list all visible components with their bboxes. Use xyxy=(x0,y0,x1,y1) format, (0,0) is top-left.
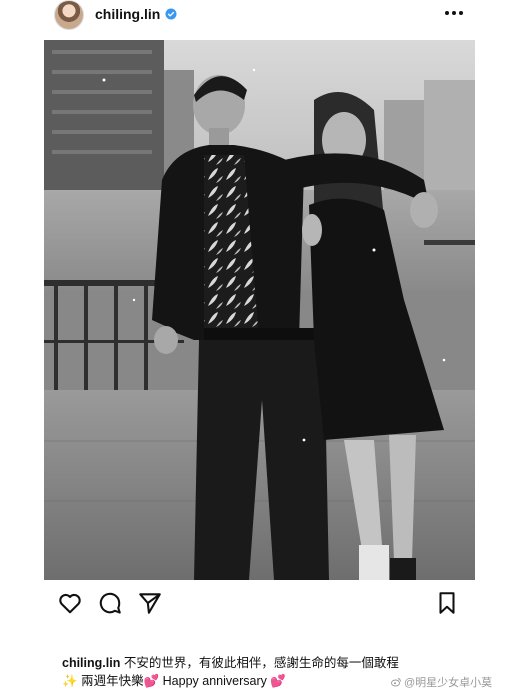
heart-emoji-icon: 💕 xyxy=(143,674,160,688)
weibo-logo-icon xyxy=(391,678,401,687)
bookmark-icon[interactable] xyxy=(434,590,460,616)
caption-line2-a: 兩週年快樂 xyxy=(81,674,144,688)
caption-line1: 不安的世界，有彼此相伴，感謝生命的每一個敢程 xyxy=(123,656,399,670)
post-photo[interactable] xyxy=(44,40,475,580)
post-actions xyxy=(0,590,518,620)
avatar[interactable] xyxy=(54,0,84,30)
weibo-watermark: @明星少女卓小莫 xyxy=(390,674,492,690)
caption-line2-b: Happy anniversary xyxy=(162,674,267,688)
heart-emoji-icon: 💕 xyxy=(270,674,286,688)
verified-badge-icon xyxy=(165,8,177,20)
couple-photo-illustration xyxy=(44,40,475,580)
watermark-text: @明星少女卓小莫 xyxy=(404,677,493,689)
caption-username[interactable]: chiling.lin xyxy=(62,656,120,670)
sparkle-icon: ✨ xyxy=(62,674,78,688)
comment-icon[interactable] xyxy=(97,590,123,616)
post-header: chiling.lin xyxy=(0,0,518,30)
more-options-icon[interactable] xyxy=(442,3,466,23)
heart-icon[interactable] xyxy=(57,590,83,616)
send-icon[interactable] xyxy=(137,590,163,616)
post-username[interactable]: chiling.lin xyxy=(95,6,160,22)
